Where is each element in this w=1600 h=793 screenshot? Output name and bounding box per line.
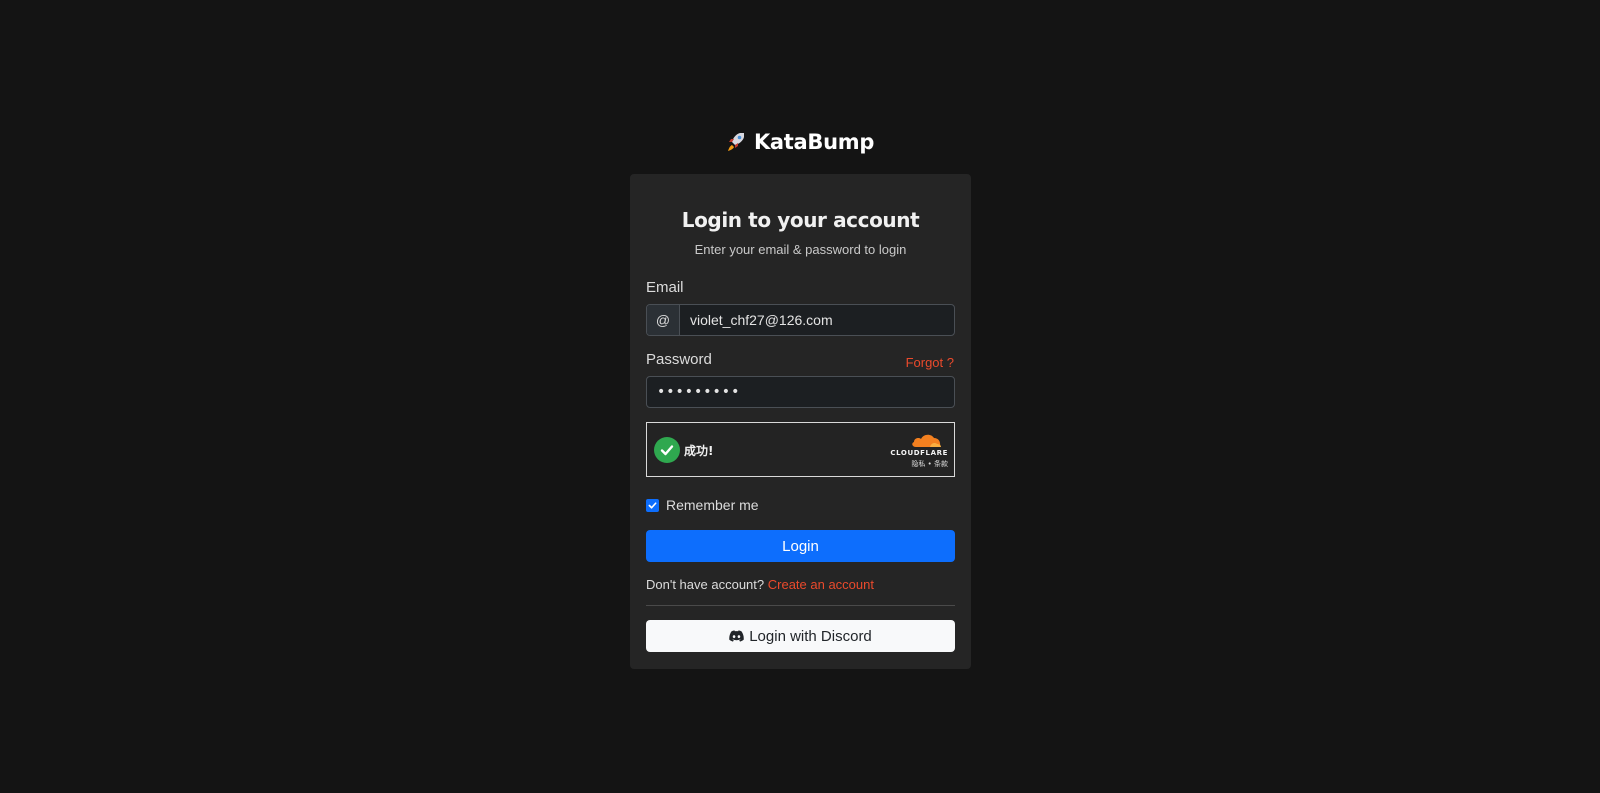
page-title: Login to your account	[681, 208, 920, 232]
brand-name: KataBump	[753, 130, 875, 154]
remember-checkbox[interactable]	[646, 498, 659, 512]
login-card: Login to your account Enter your email &…	[630, 174, 971, 669]
cloudflare-wordmark: CLOUDFLARE	[890, 449, 948, 457]
brand-header: KataBump	[0, 127, 1600, 157]
success-check-icon	[654, 437, 680, 463]
captcha-privacy-terms-links[interactable]: 隐私 • 条款	[911, 459, 948, 469]
password-label: Password	[646, 351, 712, 368]
signup-prompt-text: Don't have account?	[646, 577, 765, 592]
cloudflare-captcha[interactable]: 成功! CLOUDFLARE 隐私 • 条款	[646, 422, 955, 477]
password-field[interactable]	[646, 376, 955, 408]
divider	[646, 605, 955, 606]
remember-label: Remember me	[666, 497, 759, 513]
discord-login-button[interactable]: Login with Discord	[646, 620, 955, 652]
login-button[interactable]: Login	[646, 530, 955, 562]
rocket-icon	[727, 133, 744, 151]
discord-button-label: Login with Discord	[749, 627, 872, 645]
email-input-group: @	[646, 304, 955, 336]
discord-icon	[729, 630, 744, 642]
forgot-password-link[interactable]: Forgot ?	[906, 355, 954, 370]
create-account-link[interactable]: Create an account	[768, 577, 874, 592]
at-sign-addon: @	[647, 305, 680, 335]
signup-prompt: Don't have account? Create an account	[646, 577, 874, 592]
page-subtitle: Enter your email & password to login	[694, 242, 907, 257]
remember-me[interactable]: Remember me	[646, 497, 759, 513]
cloudflare-logo: CLOUDFLARE 隐私 • 条款	[884, 432, 948, 470]
email-field[interactable]	[680, 305, 954, 335]
email-label: Email	[646, 279, 684, 296]
captcha-status: 成功!	[684, 444, 714, 458]
cloudflare-cloud-icon	[912, 434, 941, 447]
